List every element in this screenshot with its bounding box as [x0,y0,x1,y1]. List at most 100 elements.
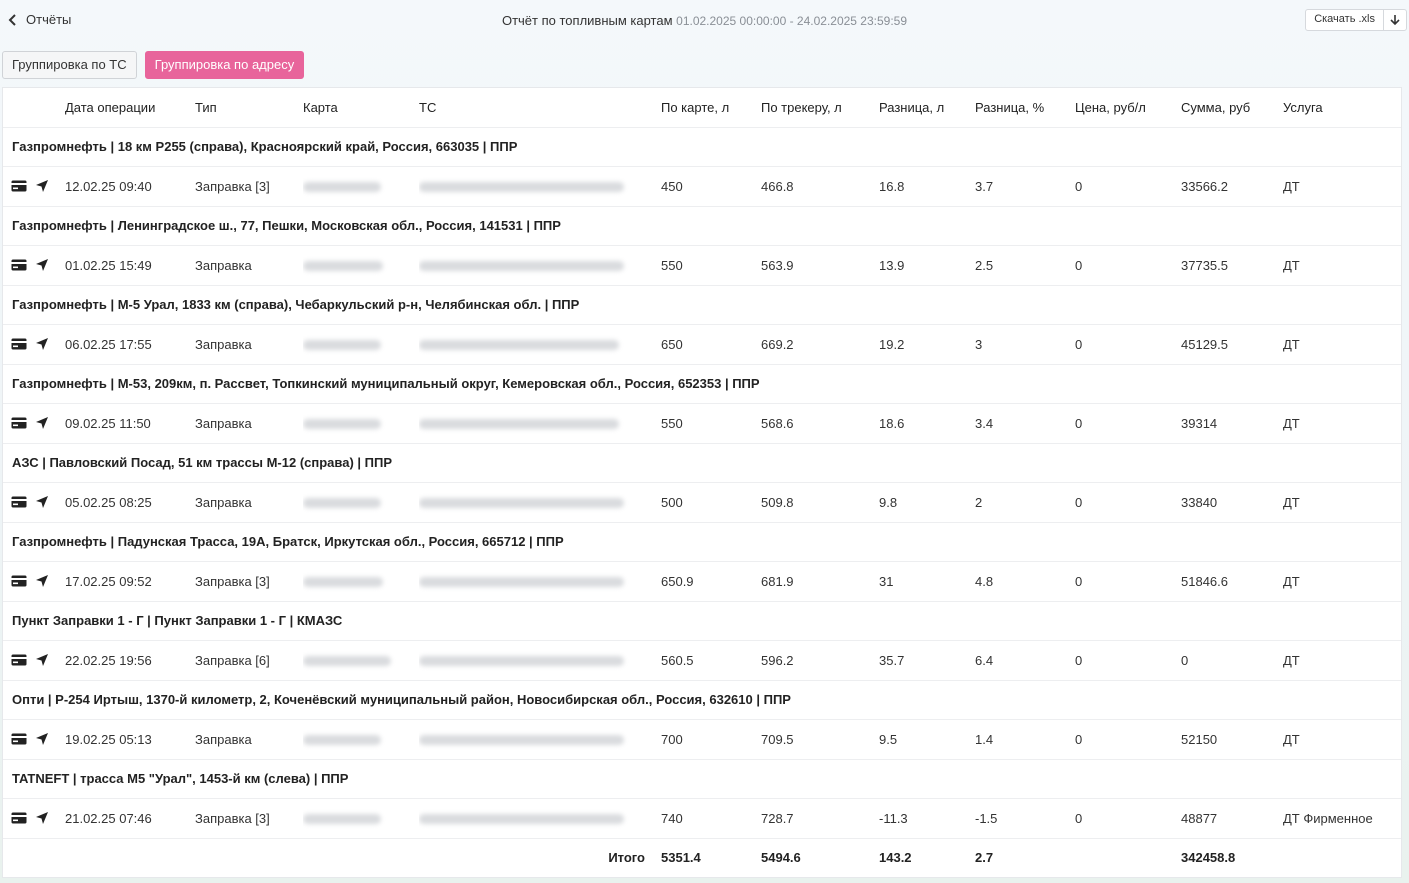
fuel-card-icon [11,338,27,350]
operation-row[interactable]: 12.02.25 09:40 Заправка [3] 450 466.8 16… [3,165,1401,206]
sum-rub: 39314 [1181,402,1283,443]
group-row[interactable]: Газпромнефть | 18 км Р255 (справа), Крас… [3,126,1401,166]
operation-row[interactable]: 21.02.25 07:46 Заправка [3] 740 728.7 -1… [3,797,1401,838]
sum-rub: 37735.5 [1181,244,1283,285]
by-tracker-liters: 681.9 [761,560,879,601]
operation-type: Заправка [195,402,303,443]
by-card-liters: 550 [661,402,761,443]
group-row[interactable]: АЗС | Павловский Посад, 51 км трассы М-1… [3,442,1401,482]
service: ДТ [1283,323,1401,364]
col-price[interactable]: Цена, руб/л [1075,88,1181,127]
fuel-card-icon[interactable] [11,812,27,824]
operation-row[interactable]: 09.02.25 11:50 Заправка 550 568.6 18.6 3… [3,402,1401,443]
vehicle-redacted [419,402,661,443]
diff-liters: 19.2 [879,323,975,364]
col-by-tracker[interactable]: По трекеру, л [761,88,879,127]
operation-row[interactable]: 22.02.25 19:56 Заправка [6] 560.5 596.2 … [3,639,1401,680]
operation-row[interactable]: 06.02.25 17:55 Заправка 650 669.2 19.2 3… [3,323,1401,364]
diff-liters: 9.8 [879,481,975,522]
col-service[interactable]: Услуга [1283,88,1401,127]
group-row[interactable]: TATNEFT | трасса М5 "Урал", 1453-й км (с… [3,758,1401,798]
vehicle-redacted [419,244,661,285]
download-xls-button[interactable]: Скачать .xls [1305,9,1407,31]
location-arrow-icon[interactable] [35,653,49,667]
card-number-redacted [303,165,419,206]
location-arrow-icon[interactable] [35,495,49,509]
tab-group-by-address[interactable]: Группировка по адресу [144,51,305,79]
diff-liters: 18.6 [879,402,975,443]
operation-row[interactable]: 19.02.25 05:13 Заправка 700 709.5 9.5 1.… [3,718,1401,759]
location-arrow-icon[interactable] [35,337,49,351]
group-row[interactable]: Пункт Заправки 1 - Г | Пункт Заправки 1 … [3,600,1401,640]
price-per-liter: 0 [1075,402,1181,443]
tab-group-by-vehicle[interactable]: Группировка по ТС [2,51,137,79]
diff-percent: 6.4 [975,639,1075,680]
fuel-card-icon[interactable] [11,338,27,350]
operation-type: Заправка [6] [195,639,303,680]
sum-rub: 0 [1181,639,1283,680]
card-number-redacted [303,323,419,364]
total-sum: 342458.8 [1181,837,1283,877]
location-arrow-icon[interactable] [35,258,49,272]
location-arrow-icon [36,180,48,192]
col-sum[interactable]: Сумма, руб [1181,88,1283,127]
fuel-card-icon[interactable] [11,496,27,508]
fuel-card-icon[interactable] [11,259,27,271]
by-card-liters: 550 [661,244,761,285]
diff-liters: 9.5 [879,718,975,759]
download-label[interactable]: Скачать .xls [1306,10,1383,30]
col-card[interactable]: Карта [303,88,419,127]
operation-type: Заправка [195,244,303,285]
operation-type: Заправка [3] [195,165,303,206]
price-per-liter: 0 [1075,165,1181,206]
card-number-redacted [303,797,419,838]
diff-percent: 2.5 [975,244,1075,285]
col-by-card[interactable]: По карте, л [661,88,761,127]
operation-row[interactable]: 05.02.25 08:25 Заправка 500 509.8 9.8 2 … [3,481,1401,522]
by-tracker-liters: 568.6 [761,402,879,443]
fuel-card-icon[interactable] [11,180,27,192]
group-row[interactable]: Газпромнефть | Падунская Трасса, 19А, Бр… [3,521,1401,561]
fuel-card-icon[interactable] [11,575,27,587]
col-vehicle[interactable]: ТС [419,88,661,127]
card-number-redacted [303,718,419,759]
fuel-card-icon [11,654,27,666]
operation-type: Заправка [3] [195,797,303,838]
group-address: Газпромнефть | 18 км Р255 (справа), Крас… [3,126,1401,166]
operation-type: Заправка [195,481,303,522]
group-row[interactable]: Опти | Р-254 Иртыш, 1370-й километр, 2, … [3,679,1401,719]
operation-row[interactable]: 17.02.25 09:52 Заправка [3] 650.9 681.9 … [3,560,1401,601]
group-row[interactable]: Газпромнефть | М-5 Урал, 1833 км (справа… [3,284,1401,324]
fuel-card-icon[interactable] [11,654,27,666]
col-diff-liters[interactable]: Разница, л [879,88,975,127]
vehicle-redacted [419,797,661,838]
location-arrow-icon[interactable] [35,574,49,588]
col-type[interactable]: Тип [195,88,303,127]
group-address: АЗС | Павловский Посад, 51 км трассы М-1… [3,442,1401,482]
row-icons [3,718,65,759]
group-address: Газпромнефть | М-5 Урал, 1833 км (справа… [3,284,1401,324]
by-card-liters: 740 [661,797,761,838]
location-arrow-icon [36,733,48,745]
location-arrow-icon [36,575,48,587]
by-tracker-liters: 709.5 [761,718,879,759]
group-row[interactable]: Газпромнефть | М-53, 209км, п. Рассвет, … [3,363,1401,403]
location-arrow-icon[interactable] [35,811,49,825]
card-number-redacted [303,244,419,285]
fuel-card-icon[interactable] [11,417,27,429]
download-icon[interactable] [1383,10,1406,30]
table-body: Газпромнефть | 18 км Р255 (справа), Крас… [3,126,1401,877]
row-icons [3,639,65,680]
row-icons [3,481,65,522]
operation-row[interactable]: 01.02.25 15:49 Заправка 550 563.9 13.9 2… [3,244,1401,285]
location-arrow-icon[interactable] [35,179,49,193]
report-period: 01.02.2025 00:00:00 - 24.02.2025 23:59:5… [676,14,908,28]
col-date[interactable]: Дата операции [65,88,195,127]
location-arrow-icon[interactable] [35,416,49,430]
col-diff-percent[interactable]: Разница, % [975,88,1075,127]
group-row[interactable]: Газпромнефть | Ленинградское ш., 77, Пеш… [3,205,1401,245]
sum-rub: 48877 [1181,797,1283,838]
location-arrow-icon[interactable] [35,732,49,746]
fuel-card-icon[interactable] [11,733,27,745]
by-card-liters: 560.5 [661,639,761,680]
